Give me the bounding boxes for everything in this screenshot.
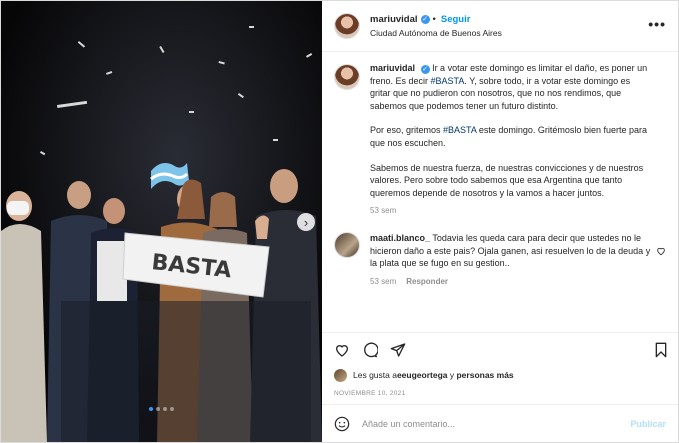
carousel-dot bbox=[170, 407, 174, 411]
caption-text-3: Sabemos de nuestra fuerza, de nuestras c… bbox=[370, 162, 644, 198]
publish-button[interactable]: Publicar bbox=[630, 419, 666, 429]
photo-scene: BASTA bbox=[1, 1, 322, 442]
comments-section: mariuvidal ✓ Ir a votar este domingo es … bbox=[322, 52, 678, 332]
verified-badge-icon: ✓ bbox=[420, 65, 430, 74]
caption-author-avatar[interactable] bbox=[334, 64, 360, 90]
verified-badge-icon: ✓ bbox=[420, 15, 430, 24]
liker-username[interactable]: eeugeortega bbox=[397, 370, 448, 380]
comment-time[interactable]: 53 sem bbox=[370, 277, 396, 286]
post-photo[interactable]: BASTA › bbox=[1, 1, 322, 442]
follow-button[interactable]: Seguir bbox=[441, 14, 471, 25]
comment: maati.blanco_ Todavia les queda cara par… bbox=[334, 231, 666, 288]
hashtag-link[interactable]: #BASTA bbox=[431, 76, 465, 86]
add-comment-bar: Publicar bbox=[322, 404, 678, 442]
likes-middle: y bbox=[447, 370, 457, 380]
emoji-icon[interactable] bbox=[334, 416, 350, 432]
reply-button[interactable]: Responder bbox=[406, 277, 448, 286]
likes-count-link[interactable]: personas más bbox=[456, 370, 513, 380]
action-bar bbox=[322, 332, 678, 366]
carousel-dot bbox=[156, 407, 160, 411]
post-header: mariuvidal ✓ • Seguir Ciudad Autónoma de… bbox=[322, 1, 678, 52]
caption-username[interactable]: mariuvidal bbox=[370, 63, 415, 73]
comment-bubble-icon[interactable] bbox=[362, 342, 378, 358]
likes-prefix: Les gusta a bbox=[353, 370, 397, 380]
comment-input[interactable] bbox=[360, 417, 631, 430]
author-avatar[interactable] bbox=[334, 13, 360, 39]
separator-dot: • bbox=[432, 14, 436, 25]
carousel-dot-active bbox=[149, 407, 153, 411]
save-bookmark-icon[interactable] bbox=[654, 342, 668, 358]
post-sidebar: mariuvidal ✓ • Seguir Ciudad Autónoma de… bbox=[322, 1, 678, 442]
comment-like-icon[interactable] bbox=[656, 246, 666, 258]
location-link[interactable]: Ciudad Autónoma de Buenos Aires bbox=[370, 28, 502, 38]
post-date[interactable]: NOVIEMBRE 10, 2021 bbox=[322, 384, 678, 404]
carousel-dots bbox=[1, 407, 322, 411]
carousel-next-button[interactable]: › bbox=[297, 213, 315, 231]
share-send-icon[interactable] bbox=[390, 342, 406, 358]
author-username[interactable]: mariuvidal bbox=[370, 14, 418, 25]
hashtag-link[interactable]: #BASTA bbox=[443, 125, 476, 135]
likes-line: Les gusta a eeugeortega y personas más bbox=[322, 366, 678, 384]
more-options-icon[interactable]: ••• bbox=[648, 16, 666, 32]
commenter-username[interactable]: maati.blanco_ bbox=[370, 233, 430, 243]
liker-avatar[interactable] bbox=[334, 368, 347, 382]
caption-text-2: Por eso, gritemos bbox=[370, 125, 444, 136]
instagram-post: BASTA › mariuvidal ✓ • Seguir Ciudad Aut… bbox=[0, 0, 679, 443]
caption-time[interactable]: 53 sem bbox=[370, 206, 396, 215]
carousel-dot bbox=[163, 407, 167, 411]
caption: mariuvidal ✓ Ir a votar este domingo es … bbox=[334, 62, 666, 218]
like-heart-icon[interactable] bbox=[334, 342, 350, 358]
commenter-avatar[interactable] bbox=[334, 231, 360, 258]
